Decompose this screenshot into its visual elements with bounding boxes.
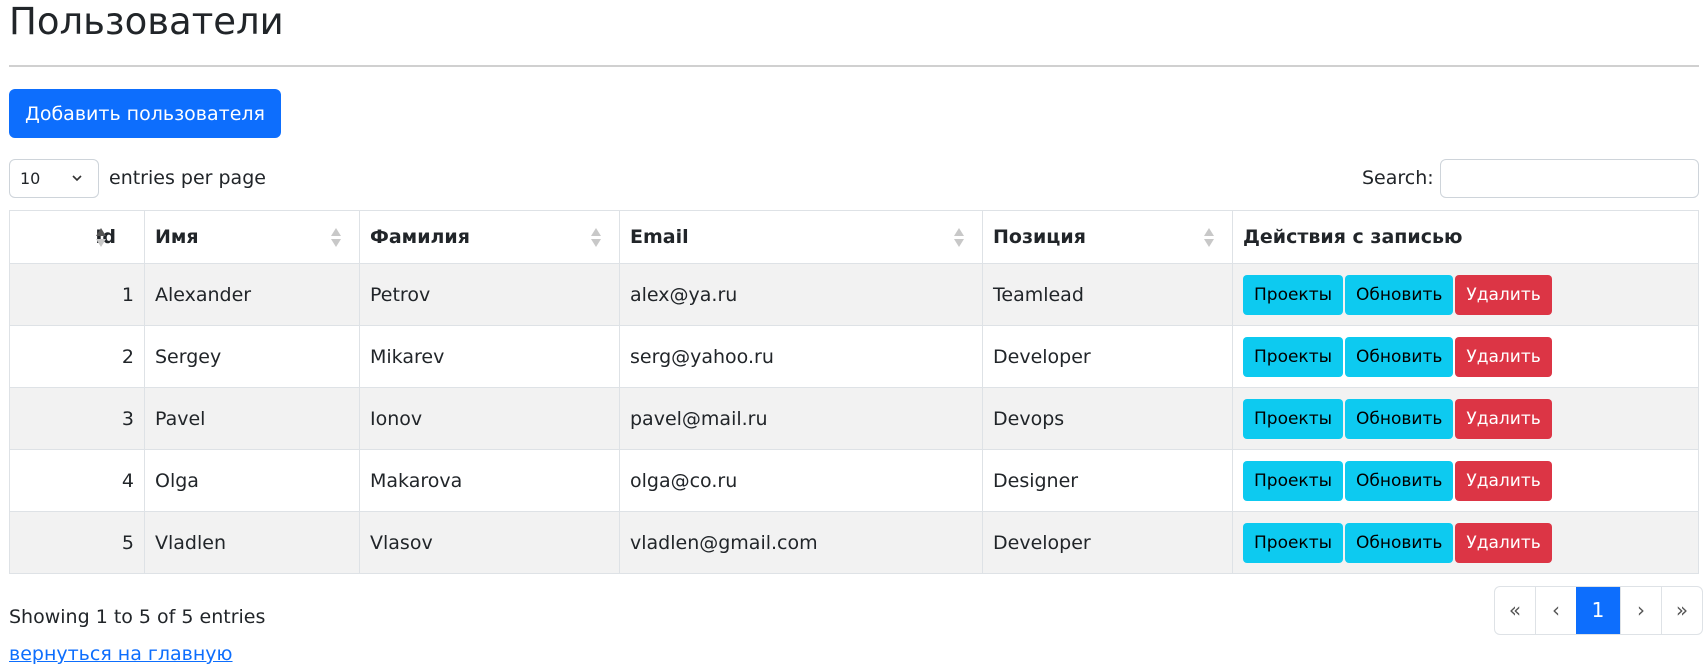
column-header-position[interactable]: Позиция (982, 210, 1233, 264)
cell-id: 1 (9, 263, 145, 326)
pagination-first-button[interactable]: « (1495, 587, 1535, 634)
table-header-row: Id Имя Фамилия Email Позиция Действия с … (9, 210, 1699, 264)
cell-actions: Проекты Обновить Удалить (1232, 387, 1699, 450)
update-button[interactable]: Обновить (1345, 460, 1454, 501)
cell-first-name: Sergey (144, 325, 360, 388)
column-header-first-name[interactable]: Имя (144, 210, 360, 264)
cell-actions: Проекты Обновить Удалить (1232, 263, 1699, 326)
search-input[interactable] (1440, 159, 1699, 198)
cell-first-name: Vladlen (144, 511, 360, 574)
page-title: Пользователи (9, 0, 284, 43)
update-button[interactable]: Обновить (1345, 398, 1454, 439)
column-header-id[interactable]: Id (9, 210, 145, 264)
update-button[interactable]: Обновить (1345, 336, 1454, 377)
table-row: 3 Pavel Ionov pavel@mail.ru Devops Проек… (9, 387, 1699, 450)
sort-icon (1204, 228, 1214, 248)
cell-email: vladlen@gmail.com (619, 511, 983, 574)
cell-first-name: Olga (144, 449, 360, 512)
cell-actions: Проекты Обновить Удалить (1232, 449, 1699, 512)
table-row: 1 Alexander Petrov alex@ya.ru Teamlead П… (9, 263, 1699, 326)
column-header-label: Email (630, 226, 689, 248)
cell-first-name: Alexander (144, 263, 360, 326)
cell-position: Teamlead (982, 263, 1233, 326)
table-body: 1 Alexander Petrov alex@ya.ru Teamlead П… (9, 263, 1699, 574)
projects-button[interactable]: Проекты (1243, 336, 1344, 377)
column-header-label: Позиция (993, 226, 1086, 248)
column-header-email[interactable]: Email (619, 210, 983, 264)
cell-position: Designer (982, 449, 1233, 512)
cell-last-name: Mikarev (359, 325, 620, 388)
projects-button[interactable]: Проекты (1243, 522, 1344, 563)
delete-button[interactable]: Удалить (1455, 460, 1552, 501)
cell-position: Developer (982, 325, 1233, 388)
projects-button[interactable]: Проекты (1243, 398, 1344, 439)
update-button[interactable]: Обновить (1345, 274, 1454, 315)
cell-actions: Проекты Обновить Удалить (1232, 511, 1699, 574)
add-user-button[interactable]: Добавить пользователя (9, 89, 281, 138)
delete-button[interactable]: Удалить (1455, 522, 1552, 563)
update-button[interactable]: Обновить (1345, 522, 1454, 563)
table-info: Showing 1 to 5 of 5 entries (9, 606, 266, 628)
pagination-next-button[interactable]: › (1620, 587, 1661, 634)
delete-button[interactable]: Удалить (1455, 336, 1552, 377)
page-container: Пользователи Добавить пользователя 10 en… (0, 0, 1708, 669)
cell-last-name: Vlasov (359, 511, 620, 574)
cell-last-name: Ionov (359, 387, 620, 450)
column-header-label: Имя (155, 226, 199, 248)
table-row: 4 Olga Makarova olga@co.ru Designer Прое… (9, 449, 1699, 512)
cell-position: Developer (982, 511, 1233, 574)
title-divider (9, 65, 1699, 67)
users-table: Id Имя Фамилия Email Позиция Действия с … (9, 210, 1699, 574)
sort-icon (954, 228, 964, 248)
cell-actions: Проекты Обновить Удалить (1232, 325, 1699, 388)
projects-button[interactable]: Проекты (1243, 274, 1344, 315)
cell-position: Devops (982, 387, 1233, 450)
pagination: « ‹ 1 › » (1494, 586, 1703, 635)
table-row: 5 Vladlen Vlasov vladlen@gmail.com Devel… (9, 511, 1699, 574)
cell-id: 5 (9, 511, 145, 574)
entries-per-page-label: entries per page (109, 167, 266, 189)
column-header-last-name[interactable]: Фамилия (359, 210, 620, 264)
cell-last-name: Petrov (359, 263, 620, 326)
pagination-last-button[interactable]: » (1661, 587, 1702, 634)
pagination-prev-button[interactable]: ‹ (1535, 587, 1576, 634)
delete-button[interactable]: Удалить (1455, 274, 1552, 315)
cell-id: 2 (9, 325, 145, 388)
cell-email: olga@co.ru (619, 449, 983, 512)
cell-email: serg@yahoo.ru (619, 325, 983, 388)
sort-ascending-icon (96, 228, 106, 248)
sort-icon (591, 228, 601, 248)
entries-per-page-value: 10 (20, 169, 41, 188)
cell-email: pavel@mail.ru (619, 387, 983, 450)
projects-button[interactable]: Проекты (1243, 460, 1344, 501)
cell-email: alex@ya.ru (619, 263, 983, 326)
delete-button[interactable]: Удалить (1455, 398, 1552, 439)
pagination-page-button[interactable]: 1 (1576, 587, 1620, 634)
cell-last-name: Makarova (359, 449, 620, 512)
cell-id: 4 (9, 449, 145, 512)
column-header-actions: Действия с записью (1232, 210, 1699, 264)
chevron-down-icon (72, 175, 82, 182)
sort-icon (331, 228, 341, 248)
entries-per-page-select[interactable]: 10 (9, 159, 99, 198)
table-row: 2 Sergey Mikarev serg@yahoo.ru Developer… (9, 325, 1699, 388)
back-to-home-link[interactable]: вернуться на главную (9, 641, 233, 667)
cell-first-name: Pavel (144, 387, 360, 450)
cell-id: 3 (9, 387, 145, 450)
column-header-label: Фамилия (370, 226, 470, 248)
search-label: Search: (1362, 167, 1434, 189)
